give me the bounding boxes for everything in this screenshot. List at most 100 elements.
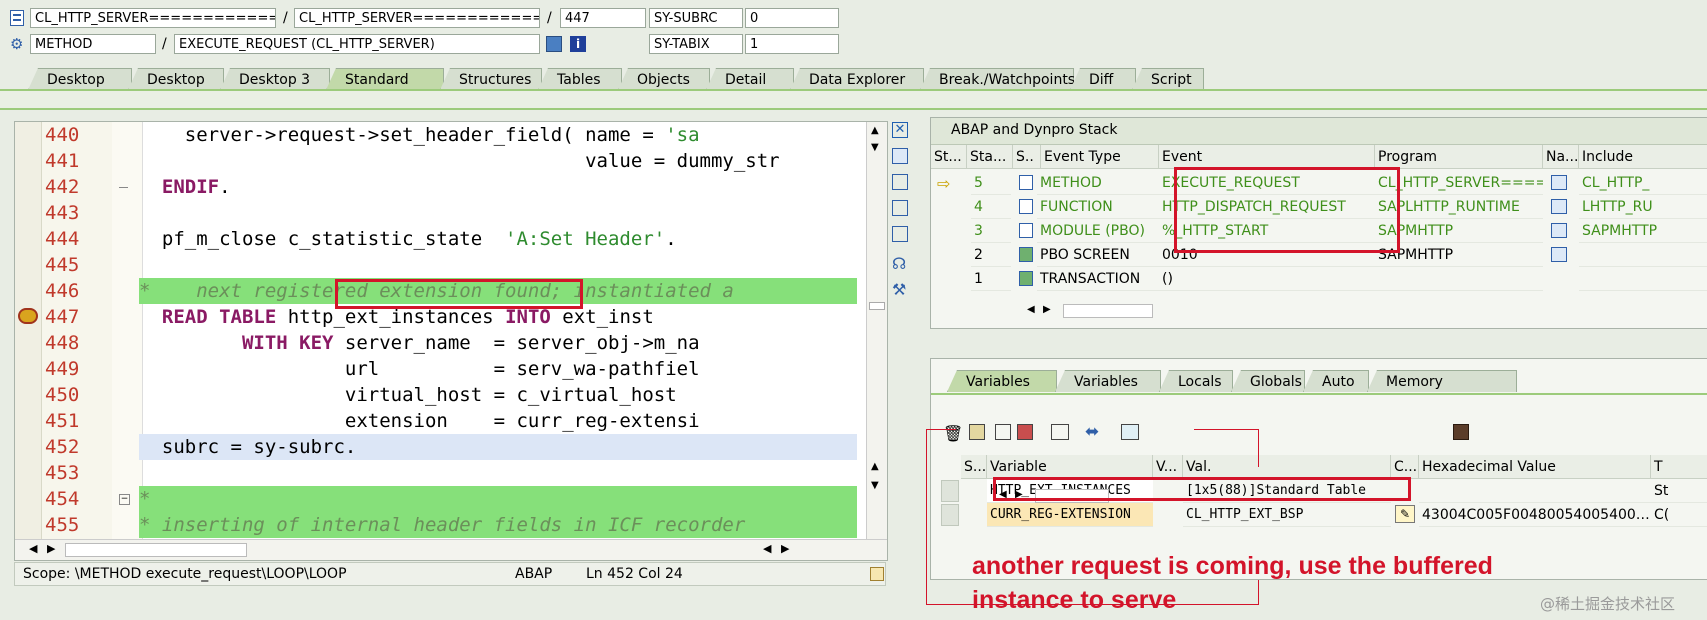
line-number: 449 [45,358,80,380]
event-type-field[interactable]: METHOD [30,34,156,54]
tab-objects[interactable]: Objects [618,68,710,90]
stack-title: ABAP and Dynpro Stack [951,122,1118,138]
screen-icon [1019,271,1033,286]
line-number: 444 [45,228,80,250]
sysfield-name-1[interactable]: SY-SUBRC [649,8,743,28]
tab-script[interactable]: Script [1132,68,1204,90]
tab-structures[interactable]: Structures [440,68,542,90]
stack-hscroll[interactable]: ◀ ▶ [1027,302,1227,320]
stack-col-header[interactable]: Na... [1543,145,1579,169]
navigate-icon[interactable] [1551,199,1567,214]
code-line: 450 virtual_host = c_virtual_host [15,382,887,408]
tab-detail[interactable]: Detail [706,68,794,90]
var-tab-variables-1[interactable]: Variables 1 [947,370,1057,392]
close-icon[interactable]: ✕ [892,122,908,138]
var-tab-globals[interactable]: Globals [1231,370,1305,392]
stack-col-header[interactable]: Sta... [967,145,1013,169]
include-field[interactable]: CL_HTTP_SERVER================… [294,8,540,28]
navigate-icon[interactable] [1551,175,1567,190]
tab-desktop-2[interactable]: Desktop 2 [128,68,224,90]
stack-program: SAPMHTTP [1375,219,1543,243]
info-icon[interactable]: i [570,36,586,52]
edit-pencil-icon[interactable]: ✎ [1395,505,1415,523]
stack-level: 2 [971,243,1011,267]
var-col-header[interactable]: T [1651,455,1707,479]
code-line: 448 WITH KEY server_name = server_obj->m… [15,330,887,356]
line-number: 454 [45,488,80,510]
stack-col-header[interactable]: Event Type [1041,145,1159,169]
fold-marker[interactable] [119,187,128,188]
navigate-icon[interactable] [1551,223,1567,238]
line-number: 442 [45,176,80,198]
maximize-icon[interactable] [892,200,908,216]
scope-label: Scope: \METHOD execute_request\LOOP\LOOP [23,566,347,582]
hex-value: 43004C005F00480054005400… [1419,503,1651,527]
save-icon[interactable] [1453,424,1469,440]
separator: / [547,10,552,26]
split-icon[interactable] [892,174,908,190]
headset-icon[interactable]: ☊ [892,254,906,273]
tab-break-watchpoints[interactable]: Break./Watchpoints [920,68,1074,90]
tab-standard[interactable]: Standard [326,68,444,90]
line-number: 451 [45,410,80,432]
hex-value [1419,479,1651,503]
code-line: 455 * inserting of internal header fields… [15,512,887,538]
var-col-header[interactable]: Hexadecimal Value [1419,455,1651,479]
stack-include: SAPMHTTP [1579,219,1707,243]
display-source-icon[interactable] [546,36,562,52]
navigate-icon[interactable] [1551,247,1567,262]
stack-include [1579,267,1707,291]
code-line: 451 extension = curr_reg-extensi [15,408,887,434]
cursor-position: Ln 452 Col 24 [586,566,683,582]
tab-diff[interactable]: Diff [1070,68,1136,90]
sysfield-name-2[interactable]: SY-TABIX [649,34,743,54]
stack-col-header[interactable]: S.. [1013,145,1041,169]
new-window-icon[interactable] [892,148,908,164]
code-line: 449 url = serv_wa-pathfiel [15,356,887,382]
tools-icon[interactable]: ⚒ [892,280,906,299]
editor-vertical-scrollbar[interactable]: ▲ ▼ ▲ ▼ [866,122,887,540]
stack-program: CL_HTTP_SERVER====… [1375,171,1543,195]
fold-marker[interactable]: − [119,494,130,505]
language-label: ABAP [515,566,553,582]
stack-col-header[interactable]: Event [1159,145,1375,169]
status-icon[interactable] [870,567,884,581]
stack-col-header[interactable]: Include [1579,145,1707,169]
line-field[interactable]: 447 [560,8,646,28]
stack-col-header[interactable]: St... [931,145,967,169]
highlight-box-events [1174,167,1400,253]
watermark: @稀土掘金技术社区 [1540,595,1676,613]
event-field[interactable]: EXECUTE_REQUEST (CL_HTTP_SERVER) [174,34,540,54]
tab-data-explorer[interactable]: Data Explorer [790,68,924,90]
code-text: ENDIF. [161,176,231,198]
tab-desktop-1[interactable]: Desktop 1 [28,68,132,90]
line-number: 448 [45,332,80,354]
sysfield-value-2[interactable]: 1 [745,34,839,54]
var-tab-auto[interactable]: Auto [1303,370,1369,392]
line-number: 453 [45,462,80,484]
sysfield-value-1[interactable]: 0 [745,8,839,28]
var-tab-memory-analysis[interactable]: Memory Analysis [1367,370,1517,392]
stack-event-type: METHOD [1037,171,1159,195]
var-tab-locals[interactable]: Locals [1159,370,1233,392]
source-icon [1019,175,1033,190]
editor-horizontal-scrollbar[interactable]: ◀ ▶ ◀ ▶ [15,539,887,560]
tab-desktop-3[interactable]: Desktop 3 [220,68,330,90]
separator: / [283,10,288,26]
code-line: 444 pf_m_close c_statistic_state 'A:Set … [15,226,887,252]
var-tab-variables-2[interactable]: Variables 2 [1055,370,1161,392]
program-field[interactable]: CL_HTTP_SERVER================… [30,8,276,28]
code-text: * inserting of internal header fields in… [139,512,857,538]
var-col-header[interactable]: C... [1391,455,1419,479]
code-line: 441 value = dummy_str [15,148,887,174]
stack-level: 1 [971,267,1011,291]
line-number: 443 [45,202,80,224]
source-icon [1019,223,1033,238]
code-text: url = serv_wa-pathfiel [139,358,700,380]
code-text: extension = curr_reg-extensi [139,410,700,432]
source-code-editor[interactable]: 440 server->request->set_header_field( n… [14,121,888,561]
code-line: 445 [15,252,887,278]
stack-col-header[interactable]: Program [1375,145,1543,169]
resize-icon[interactable] [892,226,908,242]
tab-tables[interactable]: Tables [538,68,622,90]
